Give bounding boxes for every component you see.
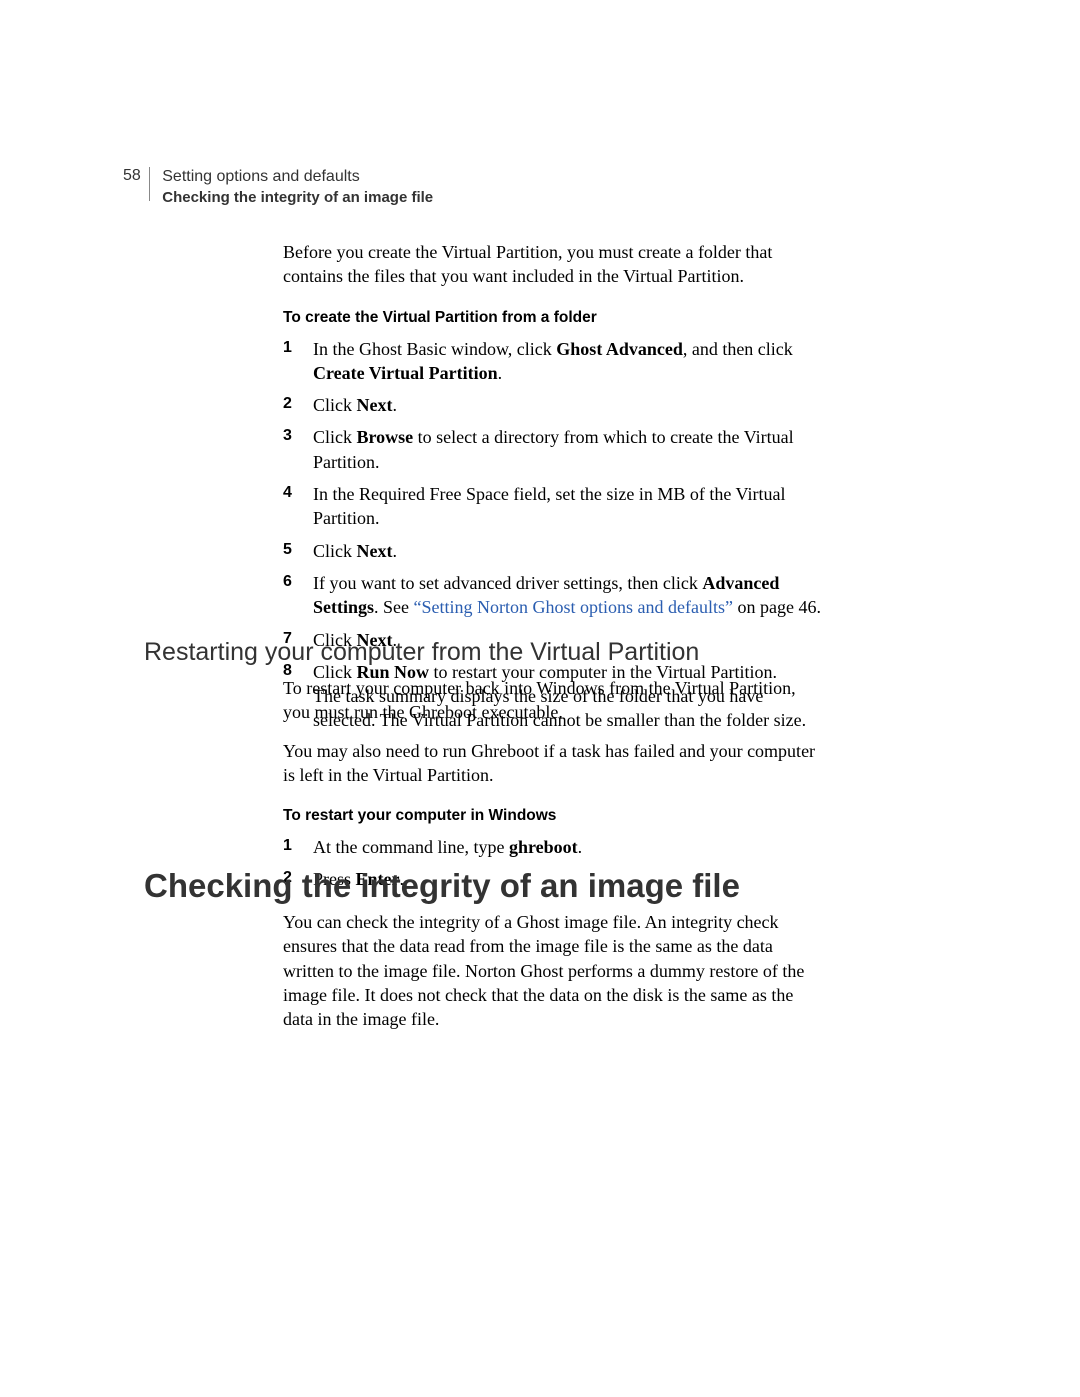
step-text: In the Ghost Basic window, click (313, 339, 556, 359)
step-2: 2 Click Next. (283, 393, 823, 417)
step-text: In the Required Free Space field, set th… (313, 484, 785, 528)
body-content-1: Before you create the Virtual Partition,… (283, 240, 823, 747)
header-section: Checking the integrity of an image file (162, 189, 433, 208)
step-number: 6 (283, 571, 292, 593)
ui-term: Create Virtual Partition (313, 363, 498, 383)
step-4: 4 In the Required Free Space field, set … (283, 482, 823, 531)
ui-term: Next (357, 395, 393, 415)
step-6: 6 If you want to set advanced driver set… (283, 571, 823, 620)
step-text: on page 46. (733, 597, 821, 617)
step-text: At the command line, type (313, 837, 509, 857)
procedure-title-2: To restart your computer in Windows (283, 807, 823, 825)
step-number: 3 (283, 425, 292, 447)
ui-term: Browse (357, 427, 414, 447)
ui-term: Next (357, 541, 393, 561)
paragraph: You may also need to run Ghreboot if a t… (283, 739, 823, 788)
step-number: 1 (283, 337, 292, 359)
step-text: Click (313, 395, 357, 415)
intro-paragraph: Before you create the Virtual Partition,… (283, 240, 823, 289)
paragraph: You can check the integrity of a Ghost i… (283, 910, 823, 1031)
procedure-1-steps: 1 In the Ghost Basic window, click Ghost… (283, 337, 823, 733)
step-number: 2 (283, 393, 292, 415)
ui-term: Ghost Advanced (556, 339, 683, 359)
page: 58 Setting options and defaults Checking… (0, 0, 1080, 1397)
running-header: 58 Setting options and defaults Checking… (123, 167, 433, 208)
cross-reference-link[interactable]: “Setting Norton Ghost options and defaul… (414, 597, 733, 617)
ui-term: ghreboot (509, 837, 578, 857)
header-chapter: Setting options and defaults (162, 167, 433, 187)
paragraph: To restart your computer back into Windo… (283, 676, 823, 725)
step-text: Click (313, 427, 357, 447)
heading-restarting: Restarting your computer from the Virtua… (144, 638, 699, 667)
step-5: 5 Click Next. (283, 539, 823, 563)
heading-integrity: Checking the integrity of an image file (144, 867, 740, 905)
step-text: . (392, 395, 397, 415)
step-number: 1 (283, 835, 292, 857)
step-text: . (578, 837, 583, 857)
procedure-title-1: To create the Virtual Partition from a f… (283, 309, 823, 327)
step-text: , and then click (683, 339, 793, 359)
step-text: . See (374, 597, 414, 617)
step-text: If you want to set advanced driver setti… (313, 573, 702, 593)
step-text: . (498, 363, 503, 383)
step-text: Click (313, 541, 357, 561)
step-number: 5 (283, 539, 292, 561)
step-number: 4 (283, 482, 292, 504)
step-1: 1 In the Ghost Basic window, click Ghost… (283, 337, 823, 386)
page-number: 58 (123, 167, 150, 201)
step-3: 3 Click Browse to select a directory fro… (283, 425, 823, 474)
step-1: 1 At the command line, type ghreboot. (283, 835, 823, 859)
integrity-section: You can check the integrity of a Ghost i… (283, 910, 823, 1045)
step-text: . (392, 541, 397, 561)
